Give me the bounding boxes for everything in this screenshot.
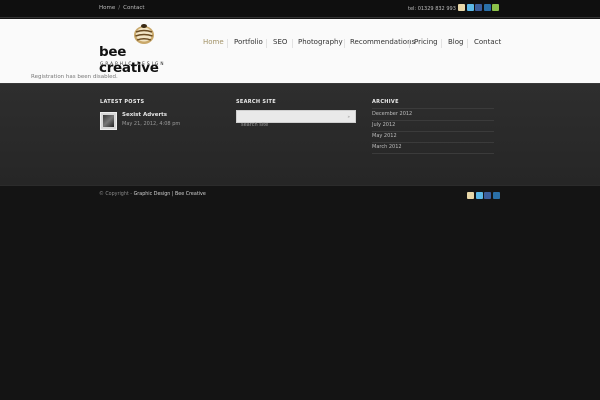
latest-posts-title: LATEST POSTS (100, 99, 145, 105)
archive-item[interactable]: July 2012 (372, 121, 494, 132)
copyright-link[interactable]: Graphic Design | Bee Creative (134, 192, 206, 197)
facebook-icon[interactable] (484, 192, 491, 199)
search-input[interactable] (237, 119, 337, 131)
post-date: May 21, 2012, 4:08 pm (122, 121, 181, 127)
nav-item-portfolio[interactable]: Portfolio (234, 38, 263, 46)
site-logo[interactable]: bee creative GRAPHIC DESIGN (99, 21, 189, 76)
nav-divider (467, 39, 468, 48)
nav-divider (292, 39, 293, 48)
copyright-prefix: © Copyright - (99, 192, 133, 197)
twitter-icon[interactable] (475, 192, 483, 199)
archive-item-label[interactable]: March 2012 (372, 144, 402, 150)
archive-item[interactable]: December 2012 (372, 110, 494, 121)
nav-item-contact[interactable]: Contact (474, 38, 501, 46)
home-icon[interactable] (467, 192, 474, 199)
facebook-icon[interactable] (475, 4, 482, 11)
archive-divider (372, 108, 494, 109)
notice-text: Registration has been disabled. (31, 74, 118, 80)
nav-divider (441, 39, 442, 48)
copyright: © Copyright - Graphic Design | Bee Creat… (99, 192, 206, 197)
footer-social-icons (467, 192, 500, 199)
archive-item-label[interactable]: July 2012 (372, 122, 395, 128)
search-box: » (236, 110, 356, 131)
rss-icon[interactable] (492, 4, 499, 11)
breadcrumb-home[interactable]: Home (99, 5, 115, 11)
registration-notice: Registration has been disabled. (0, 74, 600, 83)
bee-logo-icon (134, 24, 154, 44)
archive-item[interactable]: May 2012 (372, 132, 494, 143)
nav-item-photography[interactable]: Photography (298, 38, 343, 46)
search-site-title: SEARCH SITE (236, 99, 276, 105)
post-title-link[interactable]: Sexist Adverts (122, 112, 167, 118)
linkedin-icon[interactable] (492, 192, 500, 199)
linkedin-icon[interactable] (483, 4, 491, 11)
archive-title: ARCHIVE (372, 99, 399, 105)
nav-divider (409, 39, 410, 48)
nav-item-pricing[interactable]: Pricing (414, 38, 438, 46)
nav-item-home[interactable]: Home (203, 38, 224, 46)
phone-number: tel: 01329 832 993 (408, 6, 456, 12)
search-submit-button[interactable]: » (348, 114, 350, 119)
archive-item-label[interactable]: May 2012 (372, 133, 397, 139)
site-header: bee creative GRAPHIC DESIGN Home Portfol… (0, 19, 600, 76)
logo-subtitle: GRAPHIC DESIGN (100, 61, 166, 66)
archive-item-label[interactable]: December 2012 (372, 111, 412, 117)
nav-divider (266, 39, 267, 48)
nav-item-blog[interactable]: Blog (448, 38, 463, 46)
breadcrumb: Home / Contact (99, 5, 145, 11)
home-icon[interactable] (458, 4, 465, 11)
nav-item-seo[interactable]: SEO (273, 38, 287, 46)
footer-widgets: LATEST POSTS Sexist Adverts May 21, 2012… (0, 83, 600, 185)
post-thumbnail[interactable] (100, 112, 117, 130)
logo-title: bee creative (99, 44, 159, 76)
nav-item-recommendations[interactable]: Recommendations (350, 38, 415, 46)
top-bar: Home / Contact tel: 01329 832 993 (0, 0, 600, 18)
bottom-bar: © Copyright - Graphic Design | Bee Creat… (0, 185, 600, 400)
nav-divider (227, 39, 228, 48)
archive-item[interactable]: March 2012 (372, 143, 494, 154)
twitter-icon[interactable] (466, 4, 474, 11)
breadcrumb-contact[interactable]: Contact (123, 5, 144, 11)
social-icons (458, 4, 499, 11)
nav-divider (344, 39, 345, 48)
breadcrumb-separator: / (118, 5, 121, 11)
